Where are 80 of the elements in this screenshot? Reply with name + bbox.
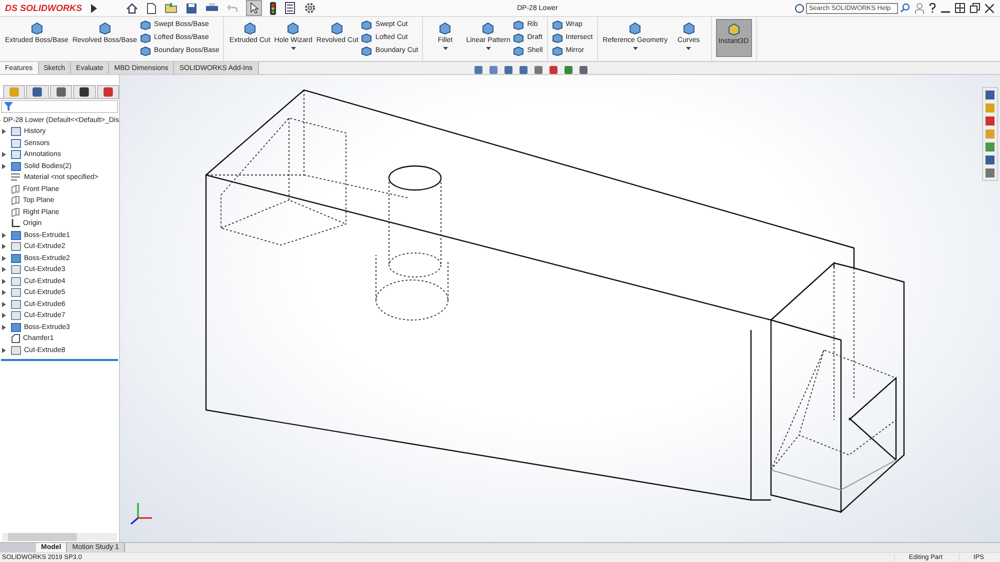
expand-arrow-icon[interactable] (2, 324, 6, 330)
feature-icon (552, 20, 563, 30)
expand-arrow-icon[interactable] (2, 348, 6, 353)
expand-arrow-icon[interactable] (2, 244, 6, 250)
play-arrow-icon[interactable] (91, 4, 97, 12)
plane-icon (11, 196, 20, 206)
feature-icon (513, 32, 524, 42)
search-icon[interactable] (900, 3, 910, 13)
material-icon (11, 173, 21, 182)
save-icon[interactable] (186, 2, 197, 14)
tile-window-icon[interactable] (955, 3, 965, 13)
view-tool-icon[interactable] (503, 65, 514, 75)
feature-icon (361, 20, 372, 30)
file-properties-icon[interactable] (285, 2, 295, 14)
axis-triad-icon (128, 500, 154, 526)
home-icon[interactable] (126, 2, 138, 14)
feature-icon (552, 46, 563, 56)
view-tool-icon[interactable] (548, 65, 559, 75)
filter-icon[interactable] (4, 102, 13, 111)
expand-arrow-icon[interactable] (2, 278, 6, 284)
view-tool-icon[interactable] (563, 65, 574, 75)
view-tool-icon[interactable] (578, 65, 589, 75)
view-tool-icon[interactable] (488, 65, 499, 75)
plane-icon (11, 208, 20, 217)
feature-icon (286, 22, 300, 35)
feature-icon (140, 20, 152, 30)
expand-arrow-icon[interactable] (2, 232, 6, 238)
panel-tab-icon[interactable] (26, 85, 49, 98)
expand-arrow-icon[interactable] (2, 129, 6, 134)
expand-arrow-icon[interactable] (2, 290, 6, 296)
chamfer-icon (11, 334, 20, 344)
caret-icon (442, 46, 448, 50)
feature-icon (30, 22, 44, 35)
feature-icon (242, 22, 257, 35)
panel-tab-icon[interactable] (50, 85, 72, 98)
feature-icon (140, 32, 152, 42)
view-tool-icon[interactable] (533, 65, 544, 75)
feature-icon (481, 22, 496, 35)
feature-icon (438, 22, 452, 35)
print-icon[interactable] (206, 3, 218, 13)
expand-arrow-icon[interactable] (2, 164, 6, 169)
plane-icon (11, 184, 20, 194)
feature-icon (361, 32, 372, 42)
restore-icon[interactable] (970, 3, 980, 13)
caret-icon (632, 46, 638, 50)
feature-icon (361, 46, 372, 56)
feature-icon (98, 22, 112, 35)
select-pointer-icon[interactable] (247, 1, 261, 15)
feature-icon (726, 23, 741, 36)
feature-icon (140, 46, 152, 56)
expand-arrow-icon[interactable] (2, 256, 6, 261)
expand-arrow-icon[interactable] (2, 152, 6, 158)
settings-icon[interactable] (304, 2, 316, 14)
view-tool-icon[interactable] (473, 65, 484, 75)
feature-icon (513, 46, 524, 56)
feature-icon (552, 32, 563, 42)
new-document-icon[interactable] (147, 2, 156, 14)
traffic-light-icon[interactable] (270, 2, 276, 14)
question-icon[interactable] (929, 3, 936, 13)
expand-arrow-icon[interactable] (2, 313, 6, 318)
open-folder-icon[interactable] (165, 3, 177, 13)
feature-icon (513, 20, 524, 30)
caret-icon (486, 46, 491, 50)
feature-icon (682, 22, 696, 35)
close-icon[interactable] (985, 4, 994, 12)
expand-arrow-icon[interactable] (2, 267, 6, 272)
horizontal-scrollbar[interactable] (2, 533, 117, 541)
caret-icon (290, 46, 296, 50)
panel-tab-icon[interactable] (96, 85, 120, 98)
caret-icon (686, 46, 692, 50)
help-icon (795, 4, 804, 12)
feature-icon (11, 346, 21, 355)
app-logo: DS SOLIDWORKS (2, 1, 86, 15)
user-icon[interactable] (915, 2, 924, 14)
origin-icon (11, 219, 20, 228)
panel-tab-icon[interactable] (73, 85, 96, 98)
view-tool-icon[interactable] (518, 65, 529, 75)
feature-icon (628, 22, 642, 35)
expand-arrow-icon[interactable] (2, 302, 6, 307)
feature-icon (330, 22, 344, 35)
